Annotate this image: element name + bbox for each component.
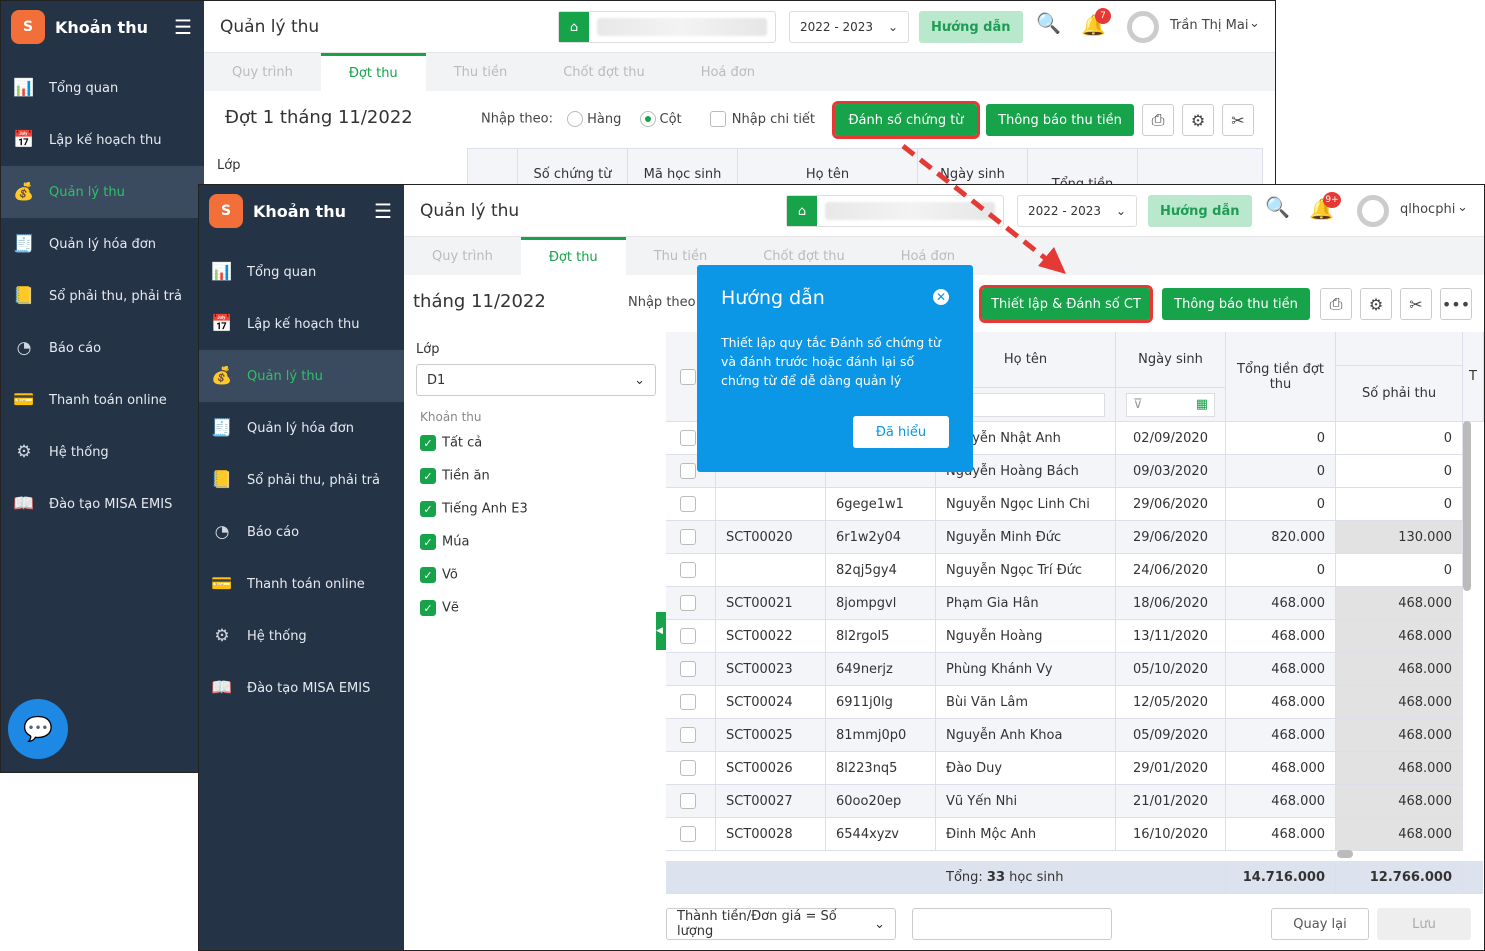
close-icon[interactable]: ✕ xyxy=(933,289,949,305)
got-it-button[interactable]: Đã hiểu xyxy=(853,416,949,448)
pointer-arrow xyxy=(901,144,1066,274)
guide-popover: Hướng dẫn ✕ Thiết lập quy tắc Đánh số ch… xyxy=(697,265,973,472)
popover-title: Hướng dẫn xyxy=(721,287,825,309)
popover-body: Thiết lập quy tắc Đánh số chứng từ và đá… xyxy=(721,335,941,388)
